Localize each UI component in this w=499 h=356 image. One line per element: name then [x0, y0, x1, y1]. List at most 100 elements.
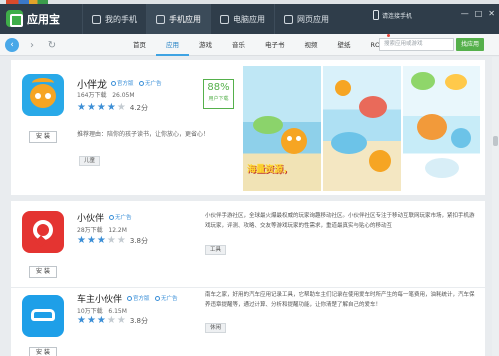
- check-icon: [155, 295, 160, 301]
- app-meta: 28万下载 12.2M: [77, 225, 127, 234]
- phone-icon: [373, 10, 379, 20]
- downloads: 28万下载: [77, 227, 103, 234]
- install-button[interactable]: 安 装: [29, 347, 57, 356]
- screenshot[interactable]: 海量资源，: [243, 66, 321, 191]
- tab-music[interactable]: 音乐: [222, 34, 255, 56]
- icon-detail: [31, 309, 55, 321]
- tab-home[interactable]: 首页: [123, 34, 156, 56]
- stars-filled: ★★★: [77, 315, 107, 326]
- icon-detail: [35, 93, 41, 99]
- app-description: 小伙伴手游社区，全球最火爆最权威的玩家询趣移动社区。小伙伴社区专注于移动互联网玩…: [205, 213, 475, 229]
- screenshot-title: 海量资源，: [247, 165, 293, 175]
- official-badge: 官方版: [127, 294, 150, 302]
- tab-apps[interactable]: 应用: [156, 34, 189, 56]
- phone-icon: [92, 14, 101, 24]
- install-button[interactable]: 安 装: [29, 266, 57, 278]
- scene-shape: [369, 150, 391, 172]
- tab-my-phone[interactable]: 我的手机: [82, 4, 146, 34]
- rating: ★★★★★ 4.2分: [77, 102, 148, 113]
- scene-shape: [425, 158, 459, 178]
- install-button[interactable]: 安 装: [29, 131, 57, 143]
- score: 4.2分: [129, 104, 148, 112]
- scene-shape: [287, 136, 292, 141]
- rate-percent: 88%: [207, 82, 230, 93]
- notification-dot: [386, 34, 390, 37]
- window-controls: — □ ✕: [461, 9, 495, 18]
- category-tag[interactable]: 工具: [205, 245, 227, 255]
- stars-empty: ★★: [106, 235, 127, 246]
- brand: 应用宝: [6, 10, 60, 27]
- app-name[interactable]: 车主小伙伴: [77, 292, 122, 305]
- list-item: 安 装 车主小伙伴 官方版 无广告 10万下载 6.15M ★★★★★ 3.8分 …: [11, 288, 485, 356]
- app-name: 应用宝: [27, 12, 60, 26]
- size: 26.05M: [112, 92, 135, 99]
- tab-videos[interactable]: 视频: [295, 34, 328, 56]
- no-ad-badge: 无广告: [109, 213, 132, 221]
- browser-icon: [284, 14, 293, 24]
- main-tabs: 我的手机 手机应用 电脑应用 网页应用: [82, 4, 338, 34]
- scrollbar[interactable]: [492, 57, 499, 356]
- refresh-button[interactable]: ↻: [45, 38, 59, 52]
- connect-phone-button[interactable]: 请连接手机: [373, 10, 412, 20]
- search-input[interactable]: 搜索应用或游戏: [379, 38, 454, 51]
- app-name[interactable]: 小伴龙: [77, 76, 107, 91]
- scene-shape: [281, 128, 307, 154]
- badge-label: 无广告: [145, 81, 162, 87]
- scene-shape: [335, 80, 351, 96]
- category-tag[interactable]: 儿童: [79, 156, 101, 166]
- forward-button[interactable]: ›: [25, 38, 39, 52]
- minimize-icon[interactable]: —: [461, 9, 469, 18]
- scrollbar-thumb[interactable]: [493, 136, 498, 146]
- size: 12.2M: [108, 227, 127, 234]
- stars-empty: ★: [116, 102, 127, 113]
- app-icon[interactable]: [22, 211, 64, 253]
- badge-label: 无广告: [115, 215, 132, 221]
- tab-label: 电脑应用: [233, 14, 265, 24]
- size: 6.15M: [108, 308, 127, 315]
- nav-buttons: ‹ › ↻: [5, 38, 59, 52]
- scene-shape: [359, 96, 387, 118]
- app-meta: 164万下载 26.05M: [77, 90, 135, 99]
- screenshot[interactable]: [323, 66, 401, 191]
- app-list: 安 装 小伴龙 官方版 无广告 164万下载 26.05M ★★★★★ 4.2分 …: [0, 57, 492, 356]
- stars-empty: ★★: [106, 315, 127, 326]
- screenshot[interactable]: [403, 66, 480, 191]
- list-item: 安 装 小伴龙 官方版 无广告 164万下载 26.05M ★★★★★ 4.2分 …: [11, 60, 485, 195]
- check-icon: [111, 80, 116, 86]
- scene-shape: [331, 132, 367, 154]
- app-icon[interactable]: [22, 74, 64, 116]
- tab-label: 我的手机: [105, 14, 137, 24]
- app-description: 南车之家，好用的汽车应用记录工具，它帮助车主们记录在使用爱车时所产生的每一笔费用…: [205, 292, 475, 308]
- badge-label: 官方版: [133, 296, 150, 302]
- stars-filled: ★★★: [77, 235, 107, 246]
- category-tag[interactable]: 休闲: [205, 323, 227, 333]
- scene-shape: [417, 114, 447, 140]
- tab-mobile-apps[interactable]: 手机应用: [146, 4, 210, 34]
- app-meta: 10万下载 6.15M: [77, 306, 127, 315]
- apps-icon: [156, 14, 165, 24]
- score: 3.8分: [129, 237, 148, 245]
- nav-bar: ‹ › ↻ 首页 应用 游戏 音乐 电子书 视频 壁纸 ROM 搜索应用或游戏 …: [0, 34, 499, 56]
- app-name[interactable]: 小伙伴: [77, 211, 104, 224]
- maximize-icon[interactable]: □: [475, 9, 483, 18]
- category-tabs: 首页 应用 游戏 音乐 电子书 视频 壁纸 ROM: [123, 34, 400, 56]
- scene-shape: [296, 136, 301, 141]
- tab-games[interactable]: 游戏: [189, 34, 222, 56]
- tab-ebooks[interactable]: 电子书: [255, 34, 295, 56]
- tab-wallpapers[interactable]: 壁纸: [328, 34, 361, 56]
- title-bar: 应用宝 我的手机 手机应用 电脑应用 网页应用 请连接手机 — □ ✕: [0, 4, 499, 34]
- stars-filled: ★★★★: [77, 102, 117, 113]
- tab-web-apps[interactable]: 网页应用: [274, 4, 338, 34]
- app-icon[interactable]: [22, 295, 64, 337]
- score: 3.8分: [129, 317, 148, 325]
- check-icon: [109, 214, 114, 220]
- badge-label: 官方版: [117, 81, 134, 87]
- check-icon: [127, 295, 132, 301]
- back-button[interactable]: ‹: [5, 38, 19, 52]
- close-icon[interactable]: ✕: [488, 9, 495, 18]
- tab-pc-apps[interactable]: 电脑应用: [210, 4, 274, 34]
- monitor-icon: [220, 14, 229, 24]
- recommend-text: 推荐理由：陪你的孩子读书，让你放心，更省心！: [77, 131, 210, 138]
- search-button[interactable]: 找应用: [456, 38, 484, 51]
- scene-shape: [253, 116, 283, 134]
